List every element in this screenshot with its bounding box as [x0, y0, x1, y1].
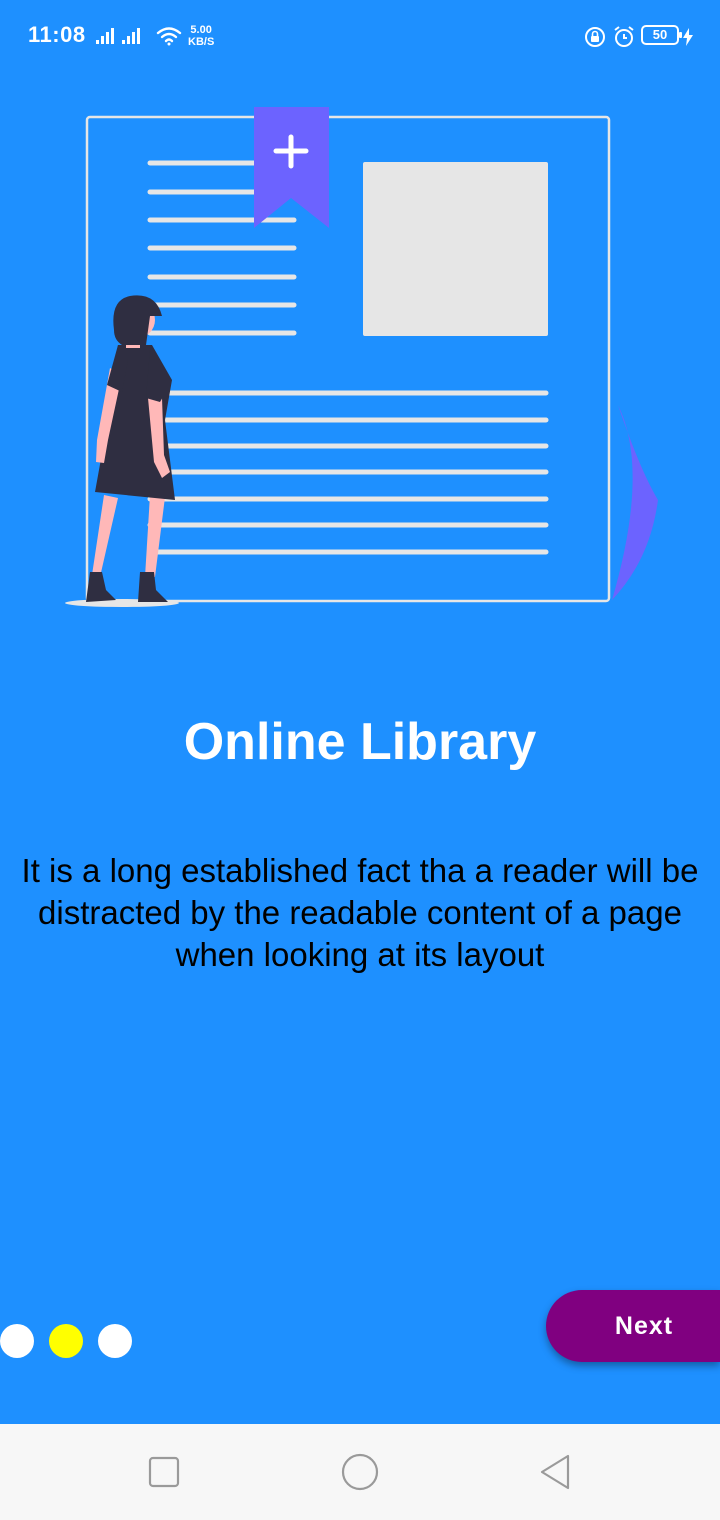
signal-wifi-icons	[96, 27, 182, 46]
page-dot[interactable]	[0, 1324, 34, 1358]
next-button-label: Next	[614, 1311, 674, 1340]
image-placeholder	[363, 162, 548, 336]
woman-figure	[65, 295, 179, 607]
status-bar: 11:08 5.00 KB/S 50	[0, 0, 720, 76]
net-speed-value: 5.00	[190, 24, 212, 36]
alarm-icon	[614, 26, 634, 47]
page-dot-active[interactable]	[49, 1324, 83, 1358]
recents-icon[interactable]	[144, 1452, 184, 1492]
text-lines-bottom	[147, 390, 549, 555]
page-dot[interactable]	[98, 1324, 132, 1358]
page-title: Online Library	[183, 713, 537, 771]
status-time: 11:08	[28, 22, 86, 47]
network-speed: 5.00 KB/S	[188, 24, 214, 48]
leaf-decoration	[612, 405, 658, 600]
home-icon[interactable]	[340, 1452, 380, 1492]
back-icon[interactable]	[536, 1452, 576, 1492]
page-description: It is a long established fact tha a read…	[21, 852, 699, 973]
lock-rotation-icon	[585, 27, 605, 47]
wifi-icon	[156, 27, 182, 46]
signal-icon	[122, 28, 140, 44]
next-button[interactable]: Next	[546, 1290, 720, 1362]
online-library-illustration	[65, 107, 658, 607]
navigation-bar	[0, 1424, 720, 1520]
charging-icon	[683, 28, 693, 46]
battery-icon: 50	[641, 25, 682, 45]
net-speed-unit: KB/S	[188, 36, 215, 48]
signal-icon	[96, 28, 114, 44]
page-indicator	[0, 1324, 150, 1358]
